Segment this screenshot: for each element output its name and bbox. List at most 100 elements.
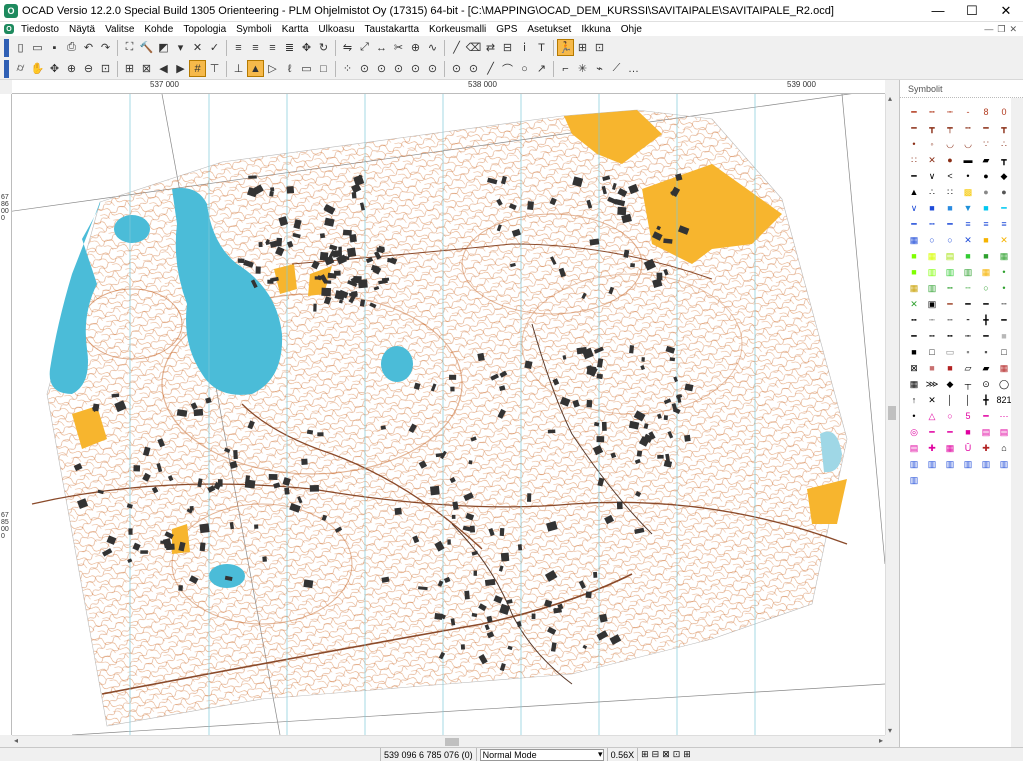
earth-feature-symbol[interactable]: ✕ bbox=[924, 152, 940, 168]
star-icon[interactable]: ✳ bbox=[574, 60, 591, 77]
special-man-symbol[interactable]: ◆ bbox=[942, 376, 958, 392]
vegetation-slow-symbol[interactable]: ▤ bbox=[942, 248, 958, 264]
compass-rose-symbol[interactable]: ✚ bbox=[978, 440, 994, 456]
major-road-symbol[interactable]: ━ bbox=[960, 296, 976, 312]
text-frame3-symbol[interactable]: ▥ bbox=[942, 456, 958, 472]
select-icon[interactable]: ▲ bbox=[247, 60, 264, 77]
map-canvas[interactable] bbox=[12, 94, 885, 735]
mirror-icon[interactable]: ⇋ bbox=[339, 39, 356, 56]
vegetation-fight-symbol[interactable]: ■ bbox=[978, 248, 994, 264]
vertical-scroll-thumb[interactable] bbox=[888, 406, 896, 420]
menu-item-ikkuna[interactable]: Ikkuna bbox=[576, 24, 615, 35]
forest-runnable-symbol[interactable]: ▥ bbox=[960, 264, 976, 280]
registration-symbol[interactable]: ╋ bbox=[978, 392, 994, 408]
knoll-symbol[interactable]: • bbox=[906, 136, 922, 152]
status-icon[interactable]: ⊞ bbox=[683, 749, 691, 760]
zoom-rect-icon[interactable]: ⊡ bbox=[97, 60, 114, 77]
forbidden-crossing-symbol[interactable]: ▤ bbox=[996, 424, 1012, 440]
refreshment-symbol[interactable]: ✚ bbox=[924, 440, 940, 456]
cultivation-boundary-symbol[interactable]: ┅ bbox=[942, 280, 958, 296]
uncrossable-marsh-symbol[interactable]: ≡ bbox=[996, 216, 1012, 232]
horizontal-scrollbar[interactable]: ◂ ▸ bbox=[12, 735, 885, 747]
special-earth-symbol[interactable]: ● bbox=[942, 152, 958, 168]
contour-value-symbol[interactable]: 8 bbox=[978, 104, 994, 120]
info-icon[interactable]: ⅰ bbox=[516, 39, 533, 56]
rect-icon[interactable]: ▭ bbox=[298, 60, 315, 77]
pan-icon[interactable]: ✥ bbox=[46, 60, 63, 77]
maximize-button[interactable]: ☐ bbox=[955, 0, 989, 22]
rough-open-symbol[interactable]: ■ bbox=[906, 248, 922, 264]
redo-icon[interactable]: ↷ bbox=[97, 39, 114, 56]
ruined-wall-symbol[interactable]: ━ bbox=[978, 328, 994, 344]
cut-icon[interactable]: ✂ bbox=[390, 39, 407, 56]
high-pipeline-symbol[interactable]: ▰ bbox=[978, 360, 994, 376]
vehicle-track-symbol[interactable]: ╍ bbox=[906, 312, 922, 328]
node5-icon[interactable]: ⊙ bbox=[424, 60, 441, 77]
water-symbol[interactable]: ■ bbox=[924, 200, 940, 216]
first-aid-symbol[interactable]: ▤ bbox=[906, 440, 922, 456]
menu-item-kohde[interactable]: Kohde bbox=[139, 24, 178, 35]
vegetation-boundary-symbol[interactable]: ▥ bbox=[924, 280, 940, 296]
temporary-construction-symbol[interactable]: ▦ bbox=[942, 440, 958, 456]
vegetation-dense-symbol[interactable]: ▦ bbox=[996, 248, 1012, 264]
contour-symbol[interactable]: ━ bbox=[906, 104, 922, 120]
menu-item-korkeusmalli[interactable]: Korkeusmalli bbox=[424, 24, 491, 35]
move-icon[interactable]: ✥ bbox=[298, 39, 315, 56]
pit-symbol[interactable]: ∵ bbox=[978, 136, 994, 152]
indistinct-marsh-symbol[interactable]: ≡ bbox=[978, 216, 994, 232]
special-circle-symbol[interactable]: ◯ bbox=[996, 376, 1012, 392]
node7-icon[interactable]: ⊙ bbox=[465, 60, 482, 77]
crossing-point-symbol[interactable]: ━ bbox=[924, 424, 940, 440]
orchard-symbol[interactable]: ■ bbox=[906, 264, 922, 280]
dash-symbol[interactable]: ‑ bbox=[960, 104, 976, 120]
major-power-line-symbol[interactable]: ┅ bbox=[924, 328, 940, 344]
mode-select[interactable]: Normal Mode ▾ bbox=[479, 748, 604, 761]
text-frame2-symbol[interactable]: ▥ bbox=[924, 456, 940, 472]
broken-ground-symbol[interactable]: ∴ bbox=[996, 136, 1012, 152]
align-right-icon[interactable]: ≡ bbox=[264, 39, 281, 56]
menu-item-asetukset[interactable]: Asetukset bbox=[522, 24, 576, 35]
open-land-symbol[interactable]: ■ bbox=[978, 232, 994, 248]
smooth-icon[interactable]: ∿ bbox=[424, 39, 441, 56]
special-water-symbol[interactable]: ✕ bbox=[960, 232, 976, 248]
trench-symbol[interactable]: ● bbox=[996, 184, 1012, 200]
marsh-symbol[interactable]: ≡ bbox=[960, 216, 976, 232]
node2-icon[interactable]: ⊙ bbox=[373, 60, 390, 77]
ditch-symbol[interactable]: ┅ bbox=[924, 216, 940, 232]
undo-icon[interactable]: ↶ bbox=[80, 39, 97, 56]
erosion-symbol[interactable]: ┅ bbox=[960, 120, 976, 136]
horizontal-scroll-thumb[interactable] bbox=[445, 738, 459, 746]
menu-item-valitse[interactable]: Valitse bbox=[100, 24, 139, 35]
check-icon[interactable]: ✓ bbox=[206, 39, 223, 56]
scale-icon[interactable]: ⤢ bbox=[356, 39, 373, 56]
cairn-symbol[interactable]: □ bbox=[996, 344, 1012, 360]
menu-item-gps[interactable]: GPS bbox=[491, 24, 522, 35]
eraser-icon[interactable]: ⌫ bbox=[465, 39, 482, 56]
spring-symbol[interactable]: ▦ bbox=[906, 232, 922, 248]
small-gully-symbol[interactable]: ┳ bbox=[996, 120, 1012, 136]
narrow-marsh-symbol[interactable]: ━ bbox=[942, 216, 958, 232]
circle-icon[interactable]: ○ bbox=[516, 60, 533, 77]
shallow-water-symbol[interactable]: ■ bbox=[942, 200, 958, 216]
settlement-symbol[interactable]: ■ bbox=[924, 360, 940, 376]
stretch-icon[interactable]: ↔ bbox=[373, 39, 390, 56]
forbidden-route-symbol[interactable]: ▦ bbox=[906, 376, 922, 392]
stone-wall-symbol[interactable]: ┉ bbox=[960, 328, 976, 344]
fence-symbol[interactable]: □ bbox=[924, 344, 940, 360]
undergrowth-symbol[interactable]: ▦ bbox=[924, 248, 940, 264]
text-frame-symbol[interactable]: ▥ bbox=[906, 456, 922, 472]
menu-item-näytä[interactable]: Näytä bbox=[64, 24, 100, 35]
mdi-minimize-button[interactable]: — bbox=[984, 24, 993, 35]
magnetic-north-symbol[interactable]: │ bbox=[942, 392, 958, 408]
dots-icon[interactable]: ⁘ bbox=[339, 60, 356, 77]
out-of-bounds-symbol[interactable]: ━ bbox=[942, 424, 958, 440]
vertical-scrollbar[interactable]: ▴ ▾ bbox=[885, 94, 897, 735]
control-number-symbol[interactable]: 5 bbox=[960, 408, 976, 424]
height-point-symbol[interactable]: • bbox=[906, 408, 922, 424]
index-contour-symbol[interactable]: ┉ bbox=[942, 104, 958, 120]
small-path-symbol[interactable]: ╌ bbox=[942, 312, 958, 328]
water-feature-symbol[interactable]: ∨ bbox=[906, 200, 922, 216]
fit-window-icon[interactable]: ⛶ bbox=[121, 39, 138, 56]
menu-item-taustakartta[interactable]: Taustakartta bbox=[360, 24, 424, 35]
menu-item-symboli[interactable]: Symboli bbox=[231, 24, 277, 35]
